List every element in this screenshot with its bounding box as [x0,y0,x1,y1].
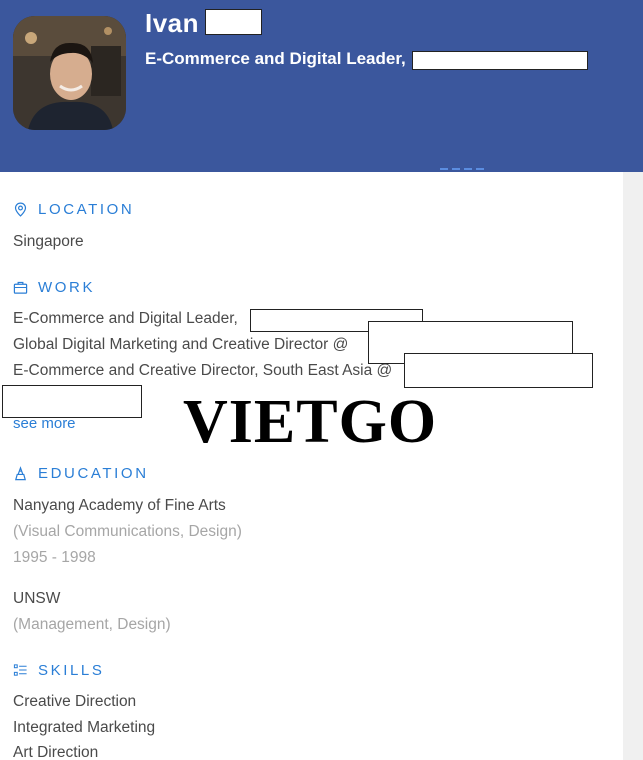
avatar[interactable] [13,16,126,130]
briefcase-icon [13,281,28,294]
profile-header: Ivan E-Commerce and Digital Leader, [0,0,643,172]
redaction-box [412,51,588,70]
education-icon [15,466,26,481]
skill-item: Integrated Marketing [13,719,156,736]
work-item: E-Commerce and Creative Director, South … [13,362,393,379]
watermark-logo: VIETGO [183,388,438,456]
skills-title: SKILLS [38,662,105,679]
skills-section-header: SKILLS [13,662,104,679]
profile-page: Ivan E-Commerce and Digital Leader, LOCA… [0,0,643,760]
header-tab-indicator [440,168,488,172]
location-value: Singapore [13,233,84,250]
redaction-box [404,353,593,388]
skills-list-icon [13,664,27,676]
school-field: (Management, Design) [13,616,171,633]
location-pin-icon [14,202,27,217]
location-title: LOCATION [38,201,135,218]
see-more-link[interactable]: see more [13,415,76,432]
avatar-photo [13,16,126,130]
school-field: (Visual Communications, Design) [13,523,242,540]
redaction-box [2,385,142,418]
education-section-header: EDUCATION [13,465,149,482]
school-name: UNSW [13,590,61,607]
location-section-header: LOCATION [13,201,134,218]
work-section-header: WORK [13,279,95,296]
scrollbar[interactable] [623,172,643,760]
profile-headline: E-Commerce and Digital Leader, [145,49,406,68]
education-title: EDUCATION [38,465,149,482]
work-item: E-Commerce and Digital Leader, [13,310,238,327]
skill-item: Art Direction [13,744,99,760]
work-item: Global Digital Marketing and Creative Di… [13,336,349,353]
school-years: 1995 - 1998 [13,549,96,566]
work-title: WORK [38,279,96,296]
skill-item: Creative Direction [13,693,137,710]
profile-name: Ivan [145,8,200,38]
school-name: Nanyang Academy of Fine Arts [13,497,226,514]
redaction-box [205,9,262,35]
